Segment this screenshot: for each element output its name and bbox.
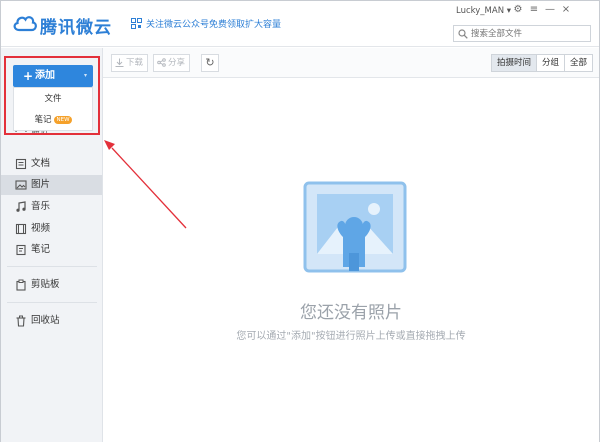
note-icon <box>16 244 26 256</box>
sidebar-item-videos[interactable]: 视频 <box>1 219 102 239</box>
sidebar-divider <box>7 266 97 267</box>
minimize-icon[interactable]: — <box>542 4 558 15</box>
empty-photos-illustration <box>303 181 407 273</box>
view-option-all[interactable]: 全部 <box>564 54 594 72</box>
close-icon[interactable]: × <box>558 4 574 15</box>
gear-icon[interactable]: ⚙ <box>510 4 526 15</box>
sidebar-item-music[interactable]: 音乐 <box>1 197 102 217</box>
search-input[interactable] <box>471 27 587 40</box>
search-box[interactable] <box>453 25 591 42</box>
app-window: 腾讯微云 关注微云公众号免费领取扩大容量 Lucky_MAN ▾ ⚙≡—× <box>0 0 600 442</box>
app-logo[interactable]: 腾讯微云 <box>13 10 133 38</box>
music-icon <box>16 201 26 212</box>
sidebar-item-label: 音乐 <box>31 201 51 212</box>
promo-link[interactable]: 关注微云公众号免费领取扩大容量 <box>131 17 281 30</box>
share-label: 分享 <box>168 58 186 68</box>
cloud-logo-icon <box>13 16 37 32</box>
app-name: 腾讯微云 <box>40 18 112 38</box>
search-icon <box>458 29 468 39</box>
video-icon <box>15 223 27 235</box>
clipboard-icon <box>16 279 26 291</box>
highlight-box <box>4 56 100 135</box>
qr-code-icon <box>131 18 142 29</box>
username: Lucky_MAN <box>456 6 505 16</box>
refresh-button[interactable]: ↻ <box>201 54 219 72</box>
sidebar-divider <box>7 302 97 303</box>
sidebar-item-clipboard[interactable]: 剪贴板 <box>1 275 102 295</box>
view-option-group[interactable]: 分组 <box>536 54 566 72</box>
sidebar-item-label: 剪贴板 <box>31 279 60 290</box>
sidebar-item-documents[interactable]: 文档 <box>1 154 102 174</box>
sidebar-item-label: 回收站 <box>31 315 60 326</box>
sidebar-item-label: 笔记 <box>31 244 51 255</box>
view-option-capture-time[interactable]: 拍摄时间 <box>491 54 538 72</box>
sidebar-item-label: 图片 <box>31 179 51 190</box>
view-switcher: 拍摄时间 分组 全部 <box>491 54 594 72</box>
sidebar-item-trash[interactable]: 回收站 <box>1 311 102 331</box>
document-icon <box>15 158 27 170</box>
sidebar-item-label: 文档 <box>31 158 51 169</box>
trash-icon <box>16 315 26 327</box>
empty-state-subtitle: 您可以通过"添加"按钮进行照片上传或直接拖拽上传 <box>236 331 466 342</box>
toolbar: 下载 分享 ↻ 拍摄时间 分组 全部 <box>103 48 599 78</box>
empty-state-title: 您还没有照片 <box>300 303 402 323</box>
title-bar: 腾讯微云 关注微云公众号免费领取扩大容量 Lucky_MAN ▾ ⚙ ≡ — × <box>1 1 599 47</box>
image-icon <box>15 180 27 190</box>
sidebar-item-notes[interactable]: 笔记 <box>1 240 102 260</box>
refresh-icon: ↻ <box>205 56 215 69</box>
user-menu[interactable]: Lucky_MAN ▾ <box>456 6 511 16</box>
share-button[interactable]: 分享 <box>153 54 191 72</box>
menu-icon[interactable]: ≡ <box>526 4 542 15</box>
sidebar-item-images[interactable]: 图片 <box>1 175 102 195</box>
promo-text: 关注微云公众号免费领取扩大容量 <box>146 20 282 30</box>
download-label: 下载 <box>126 58 144 68</box>
sidebar-item-label: 视频 <box>31 223 51 234</box>
main-content: 您还没有照片 您可以通过"添加"按钮进行照片上传或直接拖拽上传 <box>103 79 599 442</box>
download-icon <box>115 58 124 67</box>
window-controls: ⚙ ≡ — × <box>510 4 574 15</box>
share-icon <box>157 58 166 67</box>
download-button[interactable]: 下载 <box>111 54 149 72</box>
